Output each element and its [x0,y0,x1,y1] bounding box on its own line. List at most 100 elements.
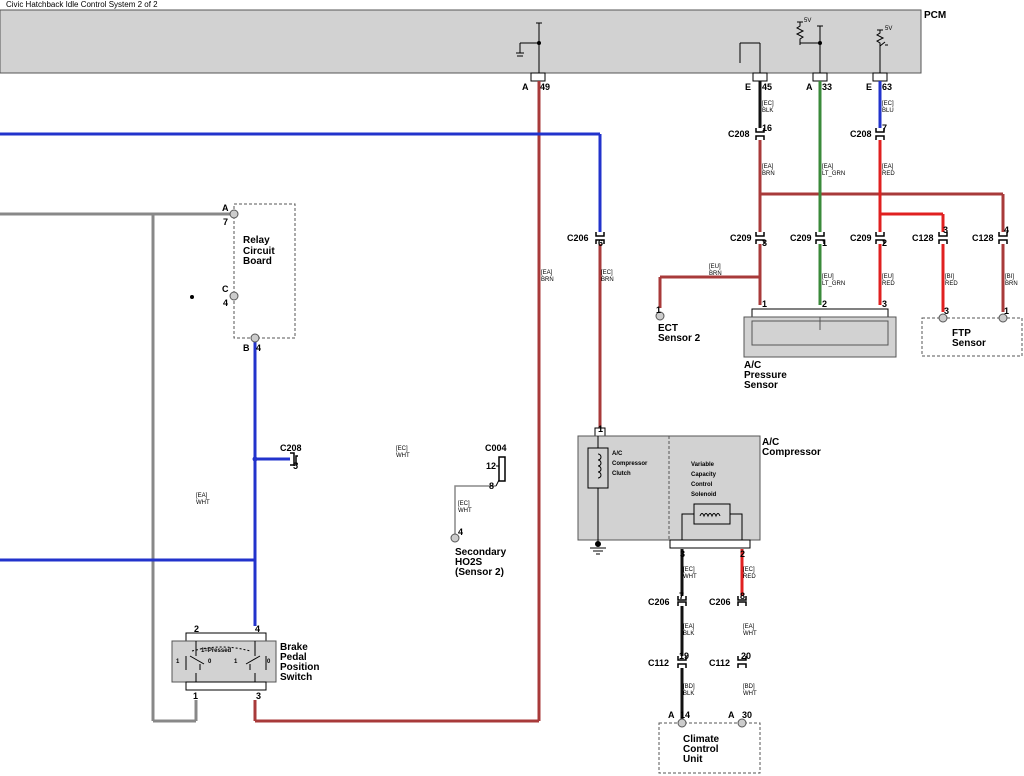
bpp-pressed-label: 1=Pressed [201,648,232,654]
connector-pin: 5 [293,461,298,471]
connector-c112-19[interactable]: C112 19 [648,651,689,668]
relay-pin-c: C [222,284,229,294]
connector-c206-7[interactable]: C206 7 [648,591,687,607]
relay-circuit-board[interactable]: Relay Circuit Board A 7 C 4 B 4 [222,203,296,353]
connector-name: C208 [728,129,750,139]
wire-label-code: [EU] [822,274,834,280]
solenoid-label-2: Capacity [691,472,717,478]
wire-label-color: WHT [743,691,757,697]
relay-label-3: Board [243,256,272,267]
acp-pin-3: 3 [882,299,887,309]
wire-label-color: WHT [743,631,757,637]
wire-label-color: BLK [683,691,694,697]
ccu-pin-a2: A [728,710,735,720]
connector-c206-6[interactable]: C206 6 [567,232,605,248]
pcm-box[interactable] [0,9,922,74]
junction-dot [252,456,258,462]
secondary-ho2s[interactable]: 4 Secondary HO2S (Sensor 2) [450,527,507,578]
wire-label-color: WHT [458,508,472,514]
wire-label-color: RED [882,171,895,177]
connector-c206-8[interactable]: C206 8 [709,591,747,607]
ect-pin: 1 [656,305,661,315]
connector-pin: 4 [1004,225,1009,235]
ac-compressor[interactable]: 1 A/C Compressor Clutch Variable Capacit… [577,424,821,559]
climate-control-unit[interactable]: A 14 A 30 Climate Control Unit [658,710,761,774]
wire-label-code: [BD] [683,684,695,690]
connector-c209-1[interactable]: C209 1 [790,232,827,248]
relay-pin-a-num: 7 [223,217,228,227]
pcm-5v-right: 5V [885,26,892,32]
pcm-pin-number: 45 [762,82,772,92]
pcm-pin-number: 33 [822,82,832,92]
wire-label-code: [EC] [458,501,470,507]
connector-c208-5[interactable]: C208 5 [280,443,302,471]
ac-pressure-sensor[interactable]: 1 2 3 A/C Pressure Sensor [743,299,897,391]
acp-label-3: Sensor [744,380,778,391]
connector-pin: 12 [486,461,496,471]
connector-c004[interactable]: C004 12 8 [485,443,507,491]
wire-label-code: [EC] [762,101,774,107]
connector-c128-4[interactable]: C128 4 [972,225,1009,244]
connector-name: C208 [280,443,302,453]
bpp-pin-4: 4 [255,624,260,634]
connector-pin: 2 [882,238,887,248]
ground-icon [590,541,606,555]
connector-name: C128 [972,233,994,243]
wire-label-code: [EU] [709,264,721,270]
connector-name: C112 [648,658,669,668]
connector-name: C206 [648,597,670,607]
ho2s-pin: 4 [458,527,463,537]
connector-c209-2[interactable]: C209 2 [850,232,887,248]
connector-c208-16[interactable]: C208 16 [728,123,772,140]
bpp-pin-3: 3 [256,691,261,701]
connector-name: C128 [912,233,934,243]
connector-pin-2: 8 [489,481,494,491]
connector-c208-7[interactable]: C208 7 [850,123,887,140]
wire-label-code: [EA] [743,624,755,630]
connector-name: C206 [709,597,731,607]
connector-name: C004 [485,443,507,453]
connector-pin: 3 [762,238,767,248]
connector-c112-20[interactable]: C112 20 [709,651,751,668]
relay-pin-c-num: 4 [223,298,228,308]
ccu-pin-a1: A [668,710,675,720]
pcm-pin-number: 49 [540,82,550,92]
pcm-pin-letter: A [806,82,813,92]
wire-label-color: BRN [541,277,554,283]
solenoid-label-4: Solenoid [691,492,717,498]
acp-pin-1: 1 [762,299,767,309]
connector-pin: 19 [679,651,689,661]
clutch-label-2: Compressor [612,461,648,467]
pcm-pin-letter: A [522,82,529,92]
connector-name: C209 [730,233,752,243]
wire-label-code: [EA] [822,164,834,170]
ho2s-label-3: (Sensor 2) [455,567,504,578]
pcm-5v-left: 5V [804,18,811,24]
ccu-label-3: Unit [683,754,703,765]
pcm-pin-letter: E [745,82,751,92]
wire-label-code: [EC] [683,567,695,573]
wire-label-color: RED [882,281,895,287]
ccu-pin-30: 30 [742,710,752,720]
pcm-pin-49[interactable]: A 49 [522,72,550,92]
junction-dot [190,295,194,299]
bpp-pin-1: 1 [193,691,198,701]
wire-label-code: [EA] [196,493,208,499]
ftp-sensor[interactable]: 3 1 FTP Sensor [921,306,1023,357]
wire-label-code: [EA] [683,624,695,630]
wire-label-code: [EC] [601,270,613,276]
connector-pin: 7 [882,123,887,133]
connector-c209-3[interactable]: C209 3 [730,232,767,248]
relay-pin-a: A [222,203,229,213]
compressor-pin-2: 2 [740,549,745,559]
solenoid-label-1: Variable [691,462,715,468]
wire-label-color: WHT [396,453,410,459]
ect-sensor-2[interactable]: 1 ECT Sensor 2 [655,305,701,344]
brake-pedal-position-switch[interactable]: 2 4 1 3 1=Pressed 1 0 1 0 Brake Pedal Po… [171,624,319,701]
wire-label-code: [BI] [945,274,954,280]
wire-label-color: LT_GRN [822,171,845,177]
wire-label-code: [BD] [743,684,755,690]
connector-pin: 3 [943,225,948,235]
wire-label-code: [EA] [762,164,774,170]
connector-c128-3[interactable]: C128 3 [912,225,948,244]
